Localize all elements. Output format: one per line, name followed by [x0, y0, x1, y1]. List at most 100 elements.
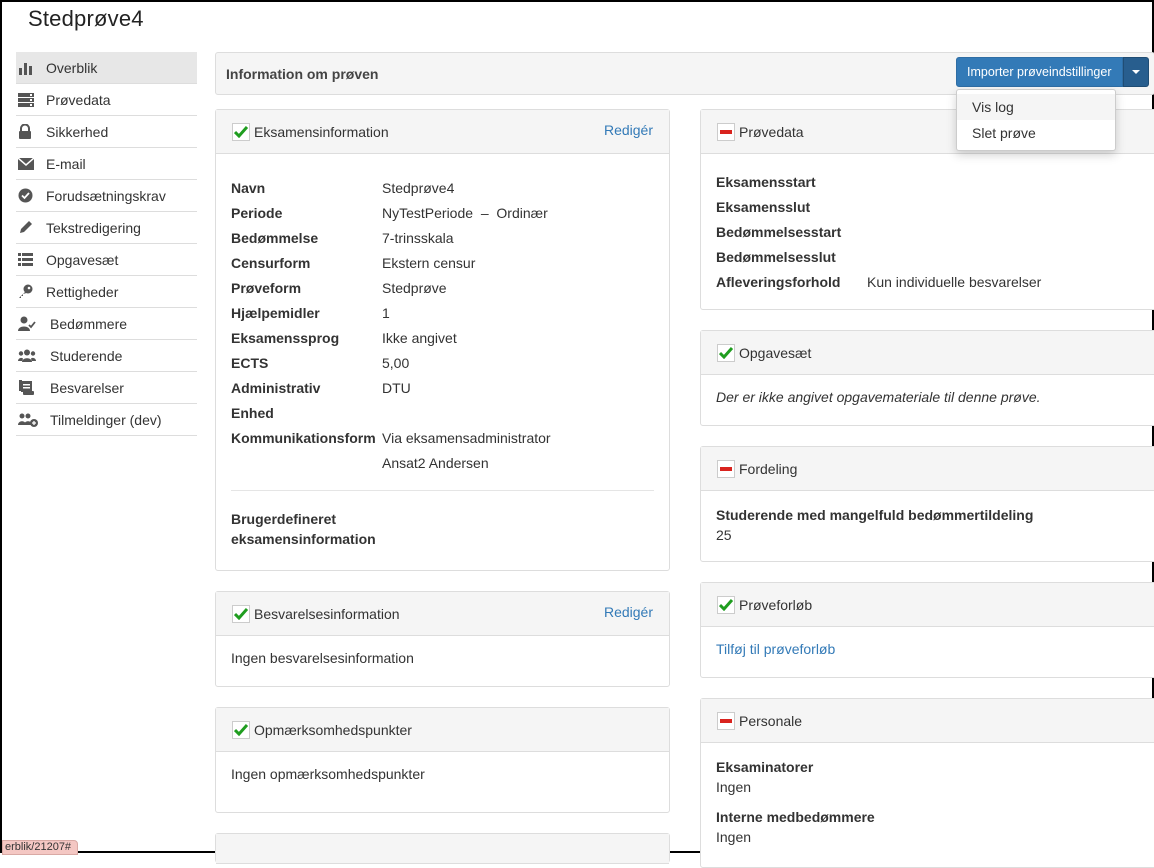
course-body: Tilføj til prøveforløb [701, 627, 1154, 671]
panel-title: Fordeling [739, 460, 798, 477]
info-row: Prøveform Stedprøve [231, 276, 654, 301]
info-row-communication: Kommunikationsform Via eksamensadministr… [231, 426, 654, 476]
next-panel [215, 833, 670, 864]
sidebar-item-label: Besvarelser [50, 379, 124, 396]
data-key: Bedømmelsesstart [716, 224, 842, 240]
submission-info-body: Ingen besvarelsesinformation [231, 650, 414, 666]
attention-body: Ingen opmærksomhedspunkter [231, 766, 425, 782]
info-value: 7-trinsskala [382, 230, 454, 246]
panel-title: Opmærksomhedspunkter [254, 721, 412, 738]
info-key: Kommunikationsform [231, 430, 376, 446]
caret-down-icon [1131, 70, 1140, 74]
sidebar-item-tekstredigering[interactable]: Tekstredigering [16, 212, 197, 244]
dropdown-toggle-button[interactable] [1122, 57, 1149, 87]
data-key: Eksamensstart [716, 174, 816, 190]
panel-title: Personale [739, 712, 803, 729]
sidebar-item-email[interactable]: E-mail [16, 148, 197, 180]
info-row: Navn Stedprøve4 [231, 176, 654, 201]
user-check-icon [18, 316, 48, 331]
data-row: Bedømmelsesslut [716, 245, 1154, 270]
sidebar-item-label: Tekstredigering [46, 219, 141, 236]
list-icon [18, 253, 44, 266]
info-value: DTU [382, 380, 411, 396]
internal-label: Interne medbedømmere [716, 809, 875, 825]
sidebar-item-label: Rettigheder [46, 283, 119, 300]
sidebar-item-tilmeldinger[interactable]: Tilmeldinger (dev) [16, 404, 197, 436]
menu-item-slet-prove[interactable]: Slet prøve [957, 120, 1115, 146]
sidebar-item-opgavesaet[interactable]: Opgavesæt [16, 244, 197, 276]
sidebar-item-bedommere[interactable]: Bedømmere [16, 308, 197, 340]
info-value: Stedprøve [382, 280, 447, 296]
distribution-header: Fordeling [701, 447, 1154, 491]
key-icon [18, 284, 44, 299]
missing-icon [717, 459, 735, 478]
missing-icon [717, 711, 735, 730]
data-key: Eksamensslut [716, 199, 811, 215]
data-key: Bedømmelsesslut [716, 249, 836, 265]
data-key: Afleveringsforhold [716, 274, 841, 290]
sidebar-item-overblik[interactable]: Overblik [16, 52, 197, 84]
info-key: Administrativ Enhed [231, 380, 321, 421]
sidebar-item-label: Overblik [46, 59, 98, 76]
internal-value: Ingen [716, 829, 752, 845]
panel-title: Prøveforløb [739, 596, 813, 613]
checkmark-icon [232, 604, 250, 623]
sidebar-item-label: Sikkerhed [46, 123, 109, 140]
sidebar-item-label: Bedømmere [50, 315, 128, 332]
sidebar-item-studerende[interactable]: Studerende [16, 340, 197, 372]
edit-link[interactable]: Redigér [604, 604, 653, 620]
sidebar-item-besvarelser[interactable]: Besvarelser [16, 372, 197, 404]
checkmark-icon [232, 720, 250, 739]
course-panel: Prøveforløb Tilføj til prøveforløb [700, 582, 1154, 678]
sidebar: Overblik Prøvedata Sikkerhed E-mail Foru… [16, 52, 197, 436]
sidebar-item-label: Forudsætningskrav [46, 187, 166, 204]
sidebar-item-forudsaetningskrav[interactable]: Forudsætningskrav [16, 180, 197, 212]
data-value: Kun individuelle besvarelser [867, 274, 1042, 290]
import-settings-button[interactable]: Importer prøveindstillinger [956, 57, 1123, 87]
sidebar-item-label: E-mail [46, 155, 86, 172]
sidebar-item-provedata[interactable]: Prøvedata [16, 84, 197, 116]
attention-panel: Opmærksomhedspunkter Ingen opmærksomheds… [215, 707, 670, 813]
task-set-panel: Opgavesæt Der er ikke angivet opgavemate… [700, 330, 1154, 426]
course-header: Prøveforløb [701, 583, 1154, 627]
pencil-icon [18, 220, 44, 235]
info-key: Hjælpemidler [231, 305, 320, 321]
distribution-body: Studerende med mangelfuld bedømmertildel… [701, 491, 1154, 559]
edit-link[interactable]: Redigér [604, 122, 653, 138]
submission-info-panel: Besvarelsesinformation Redigér Ingen bes… [215, 591, 670, 687]
checkmark-icon [717, 595, 735, 614]
distribution-label: Studerende med mangelfuld bedømmertildel… [716, 507, 1034, 523]
next-panel-header [216, 834, 669, 864]
lock-icon [18, 124, 44, 139]
import-button-group: Importer prøveindstillinger [956, 57, 1149, 87]
info-row: Hjælpemidler 1 [231, 301, 654, 326]
examiners-label: Eksaminatorer [716, 759, 814, 775]
panel-title: Eksamensinformation [254, 123, 389, 140]
staff-header: Personale [701, 699, 1154, 743]
info-row: ECTS 5,00 [231, 351, 654, 376]
info-key: ECTS [231, 355, 269, 371]
distribution-panel: Fordeling Studerende med mangelfuld bedø… [700, 446, 1154, 562]
checkmark-icon [717, 343, 735, 362]
page-title: Stedprøve4 [28, 6, 144, 31]
add-to-course-link[interactable]: Tilføj til prøveforløb [716, 641, 835, 657]
info-value: 1 [382, 305, 390, 321]
missing-icon [717, 122, 735, 141]
staff-body: Eksaminatorer Ingen Interne medbedømmere… [701, 743, 1154, 861]
info-row: Periode NyTestPeriode – Ordinær [231, 201, 654, 226]
actions-dropdown-menu: Vis log Slet prøve [956, 89, 1116, 151]
data-row: Bedømmelsesstart [716, 220, 1154, 245]
scroll-icon [18, 380, 48, 395]
sidebar-item-sikkerhed[interactable]: Sikkerhed [16, 116, 197, 148]
badge-icon [18, 188, 44, 203]
info-row: Eksamenssprog Ikke angivet [231, 326, 654, 351]
info-row: Censurform Ekstern censur [231, 251, 654, 276]
sidebar-item-label: Opgavesæt [46, 251, 119, 268]
task-set-header: Opgavesæt [701, 331, 1154, 375]
panel-title: Besvarelsesinformation [254, 605, 400, 622]
distribution-value: 25 [716, 527, 732, 543]
test-data-body: Eksamensstart Eksamensslut Bedømmelsesst… [701, 154, 1154, 309]
sidebar-item-label: Tilmeldinger (dev) [50, 411, 162, 428]
menu-item-vis-log[interactable]: Vis log [957, 94, 1115, 120]
sidebar-item-rettigheder[interactable]: Rettigheder [16, 276, 197, 308]
